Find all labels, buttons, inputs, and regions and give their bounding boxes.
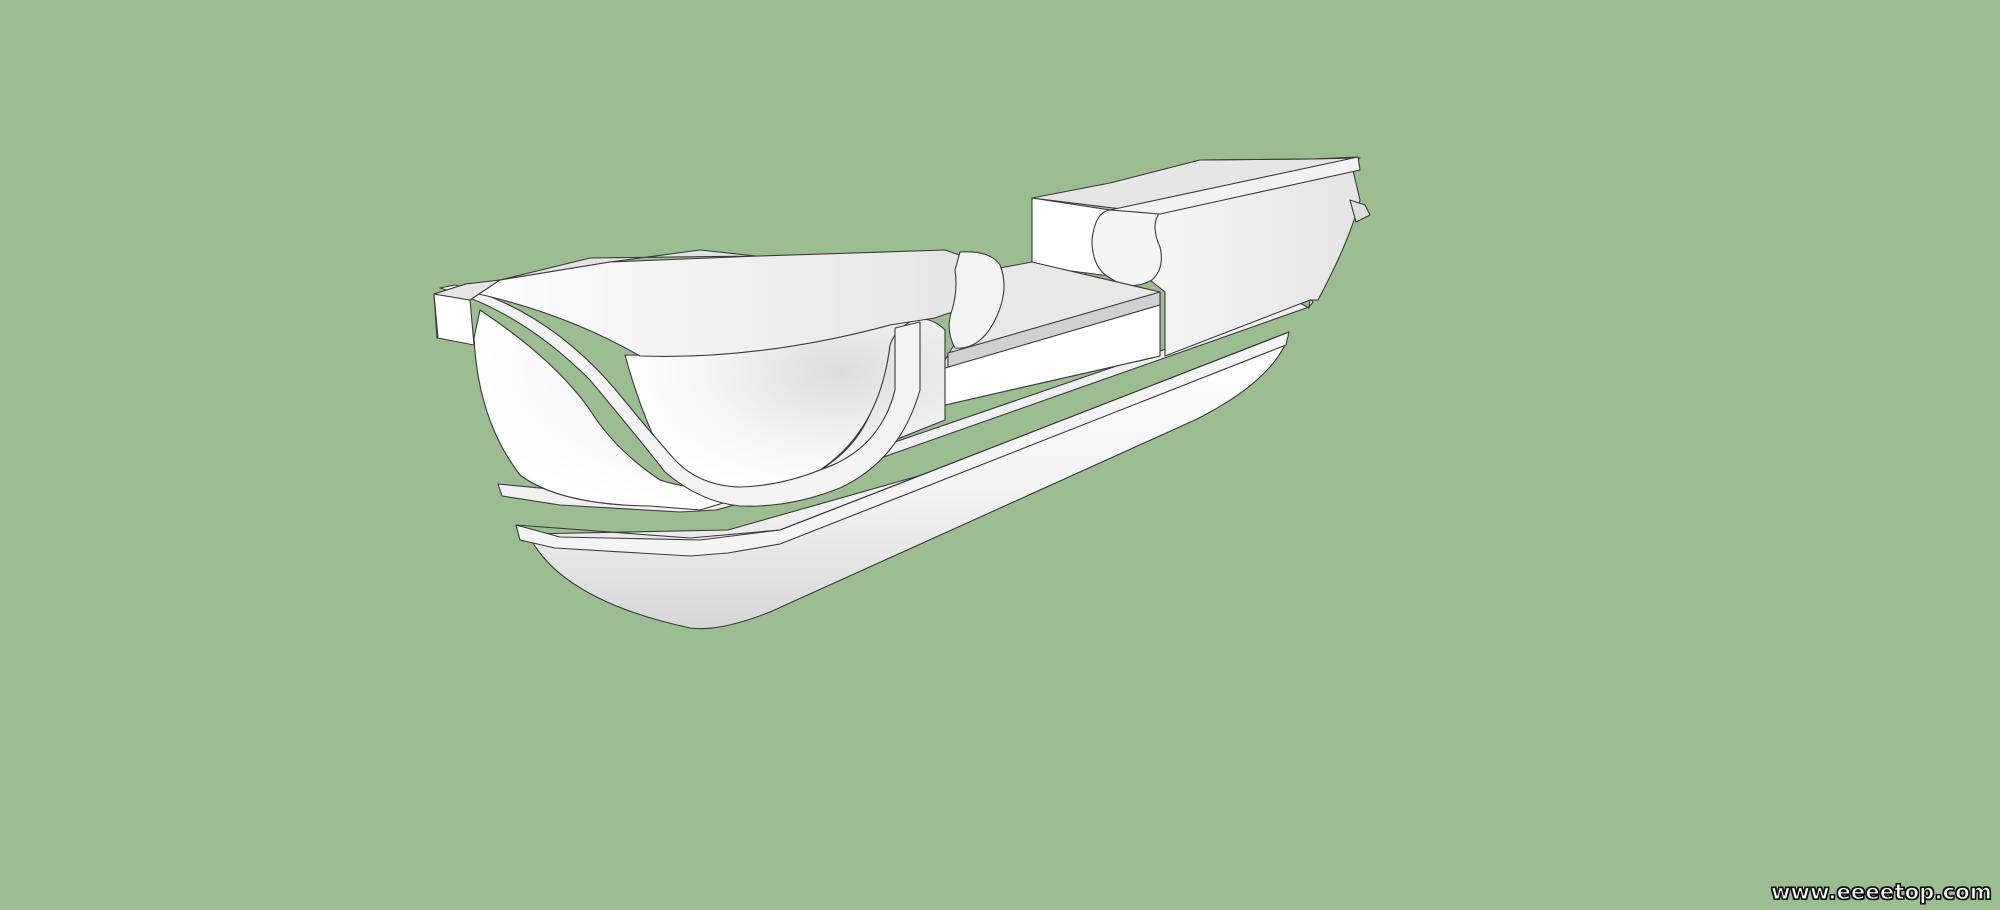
3d-boat-model[interactable]	[0, 0, 2000, 910]
sketchup-viewport[interactable]: www.eeeetop.com	[0, 0, 2000, 910]
watermark-text: www.eeeetop.com	[1770, 879, 1992, 904]
